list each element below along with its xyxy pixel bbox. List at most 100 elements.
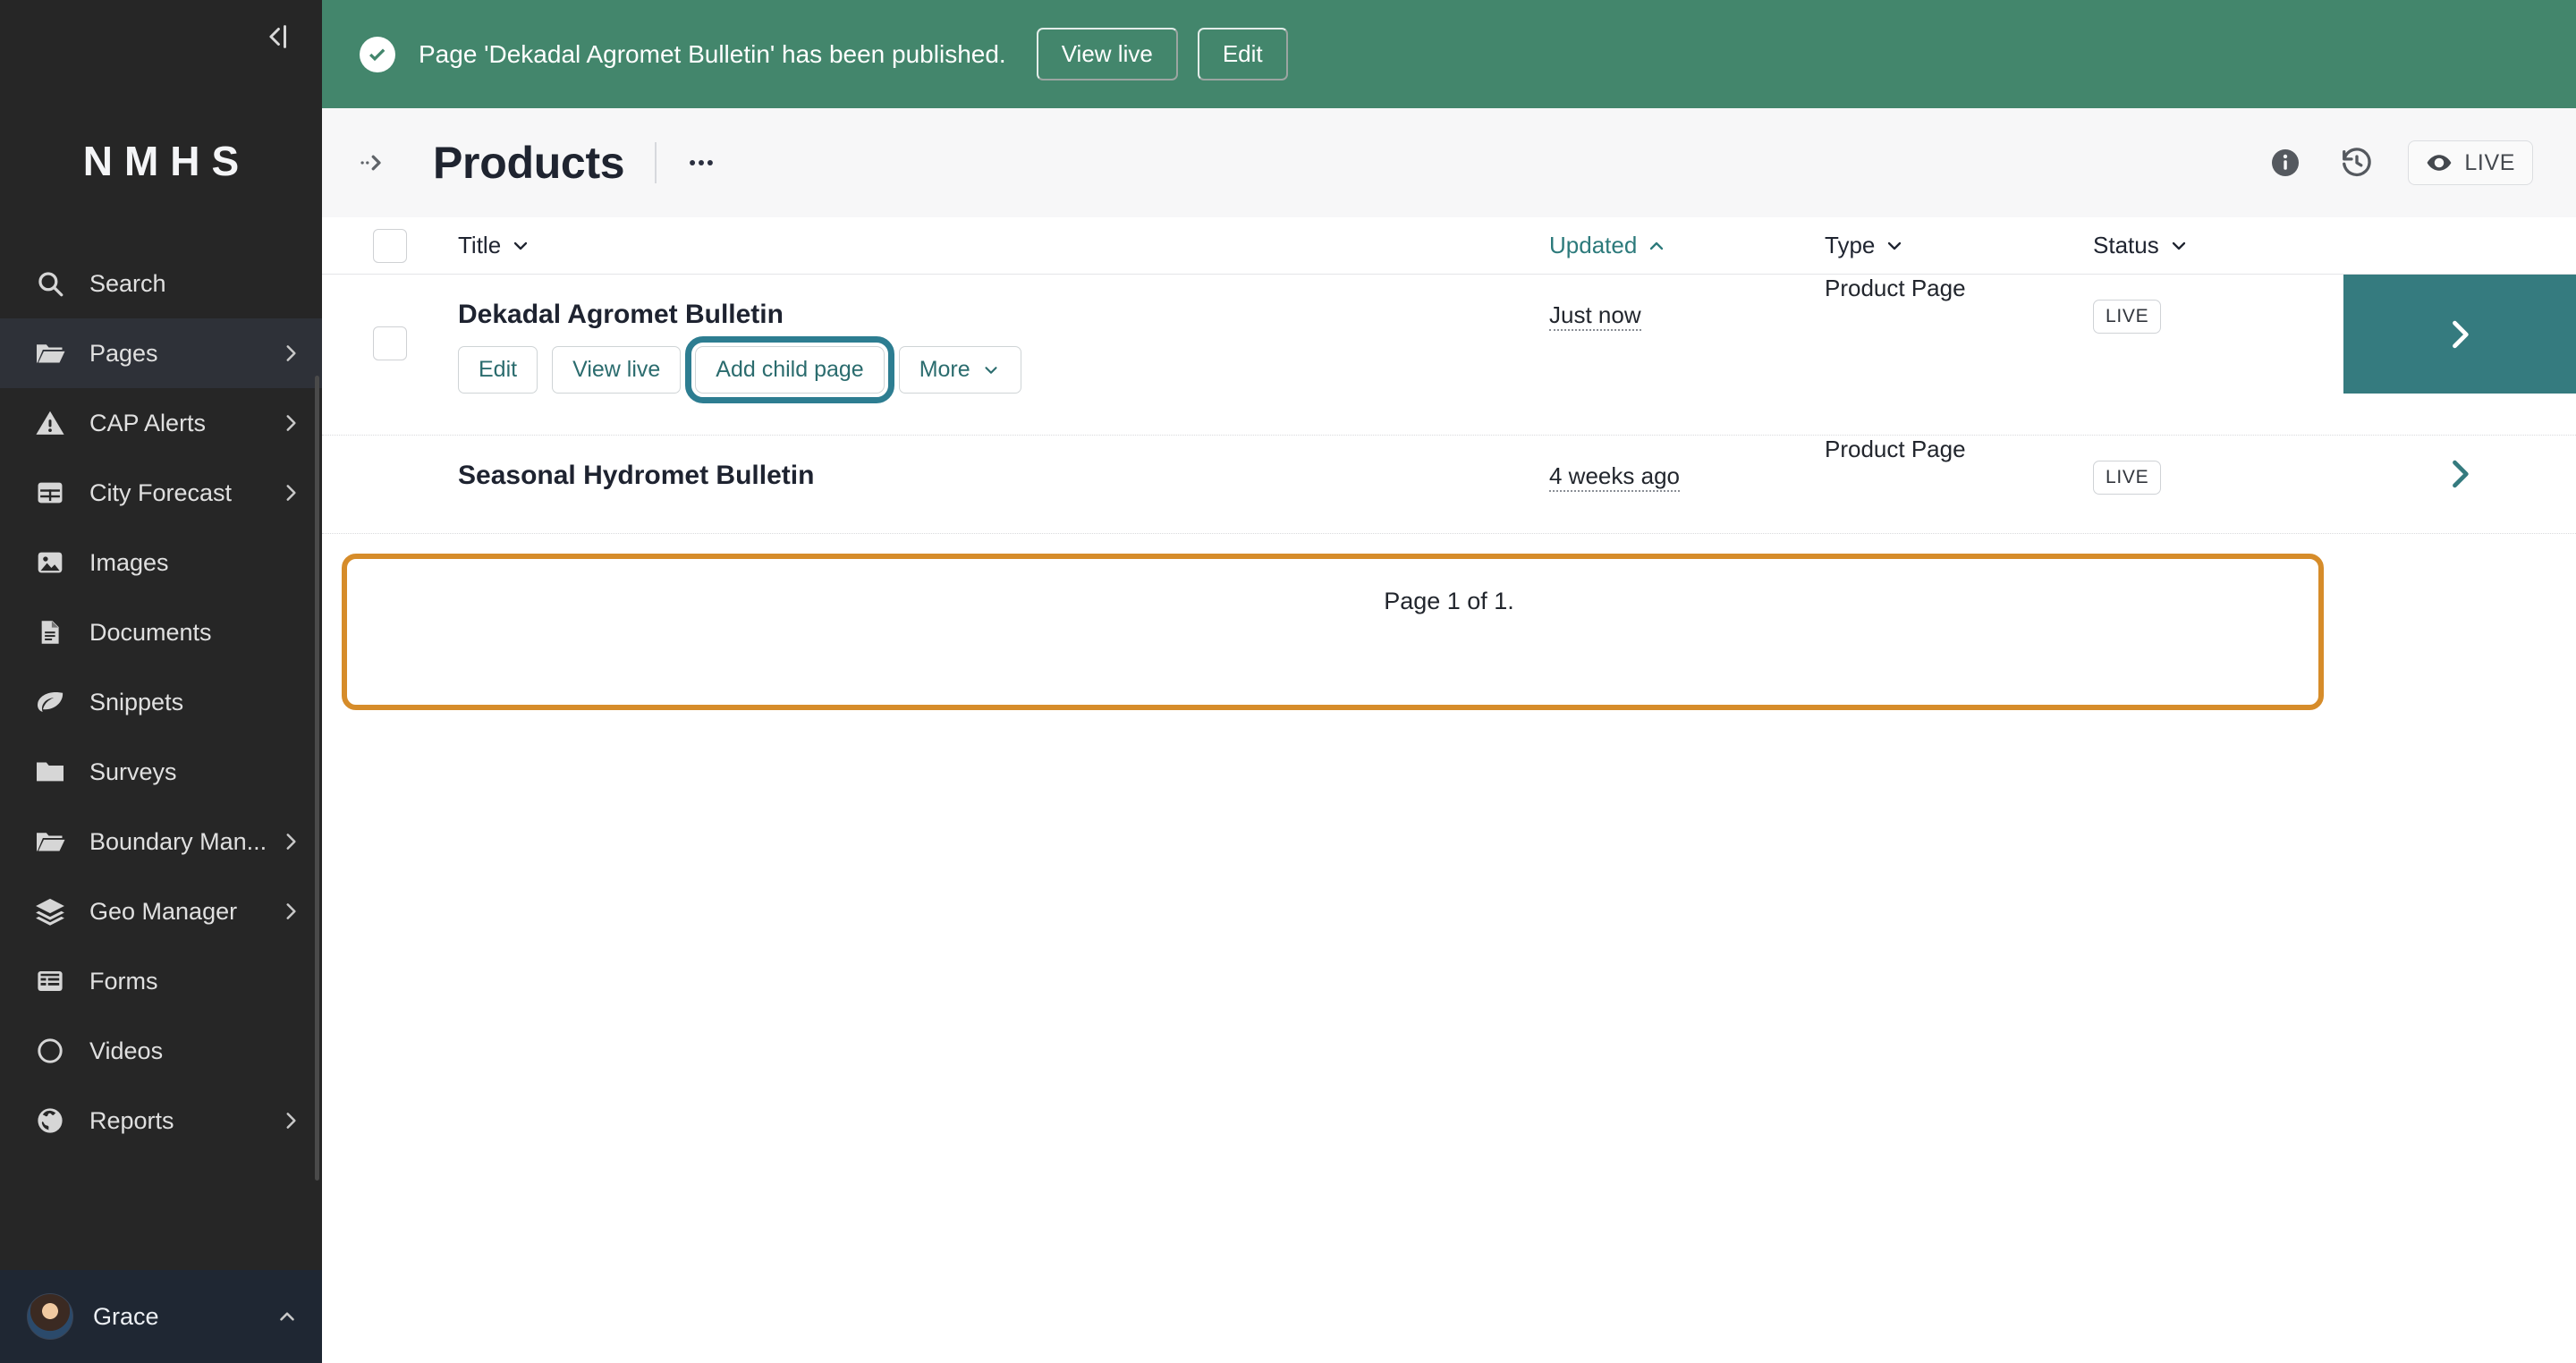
sidebar-nav: Search Pages CAP Alerts City Forecast Images… bbox=[0, 249, 322, 1270]
row-select-cell bbox=[322, 436, 458, 500]
globe-icon bbox=[32, 1103, 68, 1139]
leaf-icon bbox=[32, 684, 68, 720]
list-icon bbox=[32, 963, 68, 999]
sidebar: NMHS Search Pages CAP Alerts City Forecast I… bbox=[0, 0, 322, 1363]
page-header: Products LIVE bbox=[322, 108, 2576, 217]
column-header-updated[interactable]: Updated bbox=[1549, 232, 1667, 259]
success-banner: Page 'Dekadal Agromet Bulletin' has been… bbox=[322, 0, 2576, 108]
row-updated-cell: Just now bbox=[1549, 275, 1825, 331]
row-add-child-page-button[interactable]: Add child page bbox=[685, 336, 894, 403]
status-badge[interactable]: LIVE bbox=[2093, 461, 2162, 495]
search-icon bbox=[32, 266, 68, 301]
sidebar-item-snippets[interactable]: Snippets bbox=[0, 667, 322, 737]
banner-edit-button[interactable]: Edit bbox=[1197, 28, 1288, 80]
sidebar-item-pages[interactable]: Pages bbox=[0, 318, 322, 388]
breadcrumb-expand-icon[interactable] bbox=[349, 138, 399, 188]
table-icon bbox=[32, 475, 68, 511]
sidebar-item-documents[interactable]: Documents bbox=[0, 597, 322, 667]
sidebar-item-surveys[interactable]: Surveys bbox=[0, 737, 322, 807]
sidebar-item-boundary-man[interactable]: Boundary Man... bbox=[0, 807, 322, 876]
row-type-cell: Product Page bbox=[1825, 275, 2093, 302]
ellipsis-icon[interactable] bbox=[676, 138, 726, 188]
sidebar-item-label: Documents bbox=[89, 618, 212, 646]
sidebar-account[interactable]: Grace bbox=[0, 1270, 322, 1363]
sidebar-item-search[interactable]: Search bbox=[0, 249, 322, 318]
row-title-cell: Dekadal Agromet Bulletin Edit View live … bbox=[458, 275, 1549, 403]
sidebar-item-cap-alerts[interactable]: CAP Alerts bbox=[0, 388, 322, 458]
chevron-right-icon[interactable] bbox=[279, 411, 302, 435]
sidebar-item-forms[interactable]: Forms bbox=[0, 946, 322, 1016]
column-header-status[interactable]: Status bbox=[2093, 232, 2190, 259]
account-name: Grace bbox=[93, 1302, 159, 1330]
live-status-button[interactable]: LIVE bbox=[2408, 140, 2533, 185]
row-type: Product Page bbox=[1825, 275, 1966, 301]
row-navigate-children-button[interactable] bbox=[2343, 275, 2576, 394]
history-icon[interactable] bbox=[2336, 142, 2377, 183]
chevron-right-icon[interactable] bbox=[279, 830, 302, 853]
chevron-right-icon[interactable] bbox=[279, 900, 302, 923]
sidebar-item-label: City Forecast bbox=[89, 478, 233, 506]
sidebar-item-videos[interactable]: Videos bbox=[0, 1016, 322, 1086]
chevron-right-icon[interactable] bbox=[279, 1109, 302, 1132]
table-row[interactable]: Dekadal Agromet Bulletin Edit View live … bbox=[322, 275, 2576, 436]
row-title-cell: Seasonal Hydromet Bulletin bbox=[458, 436, 1549, 491]
select-all-cell bbox=[322, 228, 458, 263]
chevron-right-icon[interactable] bbox=[279, 342, 302, 365]
info-icon[interactable] bbox=[2265, 142, 2306, 183]
select-all-checkbox[interactable] bbox=[373, 228, 407, 263]
banner-message: Page 'Dekadal Agromet Bulletin' has been… bbox=[419, 39, 1006, 68]
sidebar-item-label: Surveys bbox=[89, 758, 177, 785]
site-logo[interactable]: NMHS bbox=[0, 73, 322, 249]
sidebar-header bbox=[0, 0, 322, 73]
sidebar-item-label: Forms bbox=[89, 967, 158, 995]
sidebar-item-label: Videos bbox=[89, 1037, 164, 1064]
column-header-title-label: Title bbox=[458, 232, 502, 258]
row-title[interactable]: Dekadal Agromet Bulletin bbox=[458, 275, 1549, 330]
row-checkbox[interactable] bbox=[373, 326, 407, 360]
admin-app: NMHS Search Pages CAP Alerts City Forecast I… bbox=[0, 0, 2576, 1363]
circle-icon bbox=[32, 1033, 68, 1069]
page-header-actions: LIVE bbox=[2265, 140, 2533, 185]
collapse-sidebar-icon[interactable] bbox=[254, 13, 301, 60]
row-status-cell: LIVE bbox=[2093, 275, 2343, 334]
row-title[interactable]: Seasonal Hydromet Bulletin bbox=[458, 436, 1549, 491]
row-navigate-children-button[interactable] bbox=[2343, 436, 2576, 500]
row-more-button[interactable]: More bbox=[898, 346, 1021, 394]
table-row[interactable]: Seasonal Hydromet Bulletin 4 weeks ago P… bbox=[322, 436, 2576, 534]
status-badge[interactable]: LIVE bbox=[2093, 300, 2162, 334]
row-more-label: More bbox=[919, 357, 970, 382]
chevron-down-icon bbox=[510, 235, 531, 257]
success-check-icon bbox=[360, 36, 395, 72]
row-edit-button[interactable]: Edit bbox=[458, 346, 538, 394]
sidebar-scrollbar[interactable] bbox=[315, 376, 319, 1181]
chevron-right-icon[interactable] bbox=[279, 481, 302, 504]
page-title: Products bbox=[433, 138, 625, 188]
chevron-up-icon bbox=[1646, 235, 1667, 257]
row-updated[interactable]: Just now bbox=[1549, 275, 1641, 331]
live-status-label: LIVE bbox=[2464, 149, 2515, 175]
column-header-updated-label: Updated bbox=[1549, 232, 1638, 258]
chevron-up-icon[interactable] bbox=[275, 1305, 299, 1328]
sidebar-item-label: Snippets bbox=[89, 688, 184, 715]
sidebar-item-label: Reports bbox=[89, 1106, 174, 1134]
sidebar-item-images[interactable]: Images bbox=[0, 528, 322, 597]
sidebar-item-reports[interactable]: Reports bbox=[0, 1086, 322, 1156]
row-updated-cell: 4 weeks ago bbox=[1549, 436, 1825, 492]
sidebar-item-label: Search bbox=[89, 269, 166, 297]
layers-icon bbox=[32, 893, 68, 929]
row-view-live-button[interactable]: View live bbox=[552, 346, 682, 394]
sidebar-item-label: Geo Manager bbox=[89, 897, 238, 925]
row-select-cell bbox=[322, 275, 458, 360]
banner-view-live-button[interactable]: View live bbox=[1036, 28, 1178, 80]
folder-open-icon bbox=[32, 335, 68, 371]
main-content: Page 'Dekadal Agromet Bulletin' has been… bbox=[322, 0, 2576, 1363]
row-status-cell: LIVE bbox=[2093, 436, 2343, 495]
row-updated[interactable]: 4 weeks ago bbox=[1549, 436, 1680, 492]
column-header-title[interactable]: Title bbox=[458, 232, 531, 259]
avatar bbox=[27, 1293, 73, 1340]
chevron-down-icon bbox=[2168, 235, 2190, 257]
image-icon bbox=[32, 545, 68, 580]
sidebar-item-geo-manager[interactable]: Geo Manager bbox=[0, 876, 322, 946]
sidebar-item-city-forecast[interactable]: City Forecast bbox=[0, 458, 322, 528]
document-icon bbox=[32, 614, 68, 650]
